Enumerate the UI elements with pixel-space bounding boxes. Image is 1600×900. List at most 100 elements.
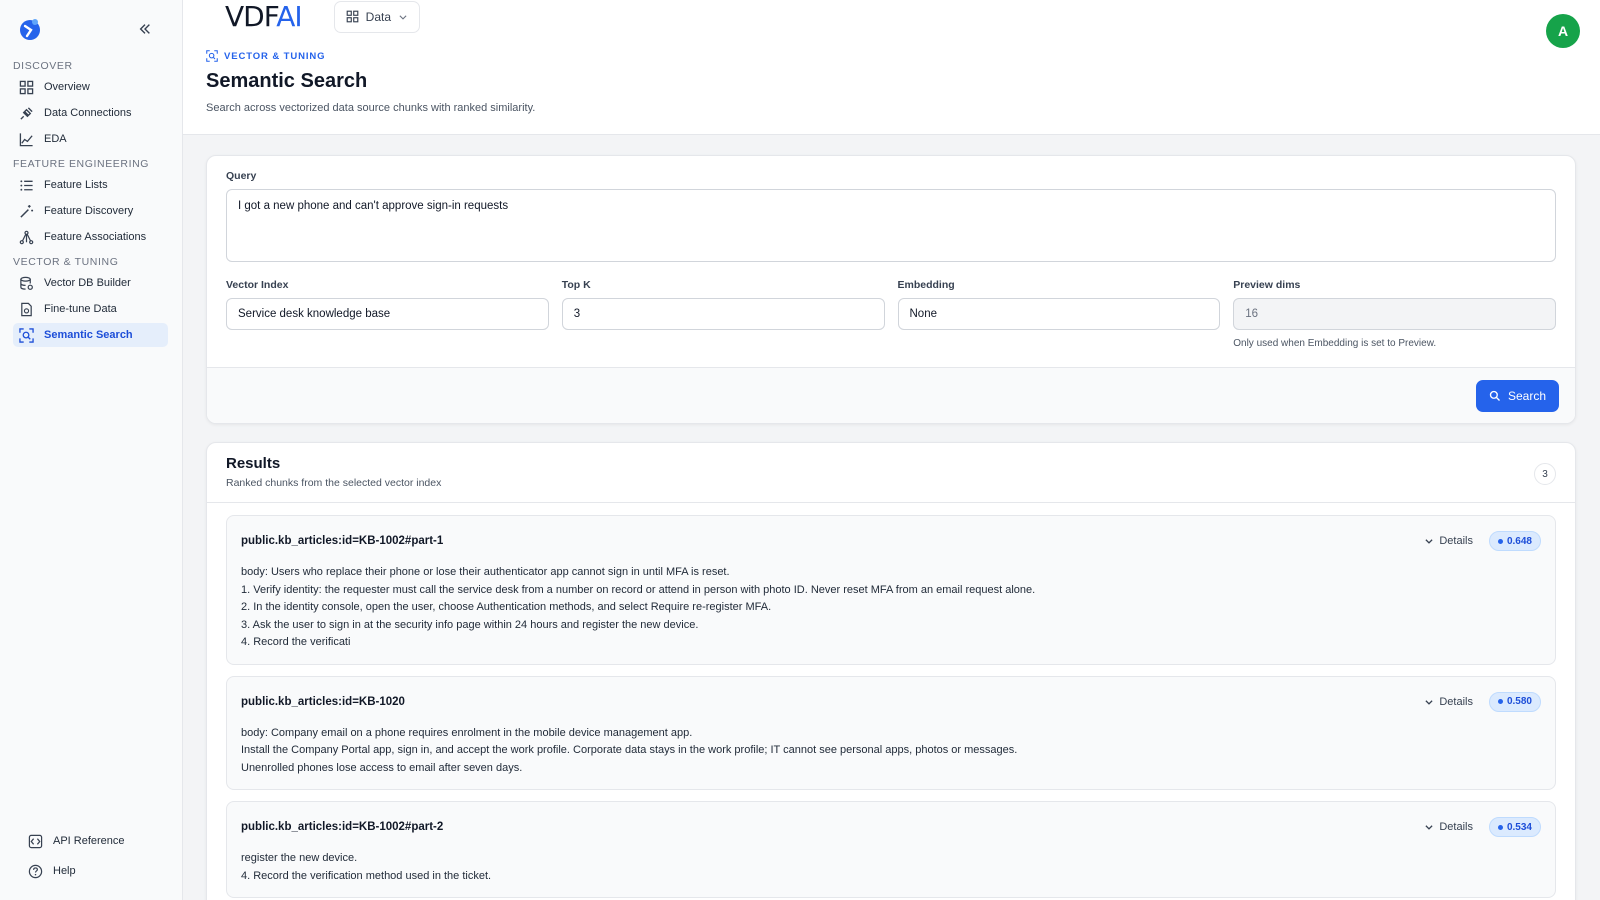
- page-title: Semantic Search: [206, 70, 368, 92]
- sidebar-item-label: Fine-tune Data: [44, 303, 117, 315]
- avatar[interactable]: A: [1546, 14, 1580, 48]
- search-button[interactable]: Search: [1475, 379, 1559, 412]
- result-line: 4. Record the verification method used i…: [241, 869, 492, 882]
- sidebar-item-label: Data Connections: [44, 107, 132, 119]
- sidebar-item-help[interactable]: Help: [22, 858, 168, 884]
- results-title: Results: [226, 455, 281, 472]
- sidebar-item-label: Overview: [44, 81, 90, 93]
- sidebar-item-label: Feature Lists: [44, 179, 108, 191]
- field-preview-dims: Preview dims Only used when Embedding is …: [1233, 279, 1556, 349]
- help-icon: [28, 864, 43, 878]
- sidebar-section-vector-tuning: VECTOR & TUNING: [13, 256, 119, 268]
- list-icon: [20, 179, 33, 191]
- search-icon: [1489, 390, 1500, 401]
- result-line: Unenrolled phones lose access to email a…: [241, 761, 523, 774]
- sidebar-item-api-reference[interactable]: API Reference: [22, 828, 168, 854]
- result-item: public.kb_articles:id=KB-1020 Details 0.58…: [226, 675, 1556, 790]
- plug-icon: [20, 106, 33, 120]
- logo-icon[interactable]: [18, 17, 42, 41]
- result-text: body: Users who replace their phone or l…: [241, 564, 1541, 652]
- similarity-score-badge: 0.534: [1488, 817, 1541, 837]
- results-card: Results Ranked chunks from the selected …: [206, 442, 1576, 900]
- query-label: Query: [226, 170, 257, 182]
- result-line: 3. Ask the user to sign in at the securi…: [241, 618, 699, 631]
- result-line: body: Users who replace their phone or l…: [241, 566, 730, 578]
- sidebar-item-label: Semantic Search: [44, 329, 133, 341]
- result-line: 2. In the identity console, open the use…: [241, 601, 772, 613]
- sidebar-item-feature-discovery[interactable]: Feature Discovery: [13, 199, 168, 223]
- result-line: 4. Record the verificati: [241, 636, 351, 648]
- result-line: 1. Verify identity: the requester must c…: [241, 583, 1036, 596]
- chevron-down-icon: [1425, 825, 1433, 830]
- sidebar-item-data-connections[interactable]: Data Connections: [13, 101, 168, 125]
- result-text: body: Company email on a phone requires …: [241, 725, 1541, 778]
- page-subtitle: Search across vectorized data source chu…: [206, 102, 536, 114]
- database-icon: [20, 276, 33, 290]
- grid-icon: [346, 10, 359, 23]
- chevron-down-icon: [399, 14, 407, 20]
- result-item: public.kb_articles:id=KB-1002#part-1 Deta…: [226, 515, 1556, 665]
- result-id: public.kb_articles:id=KB-1002#part-2: [241, 821, 444, 833]
- sidebar-item-label: Help: [53, 865, 76, 877]
- sidebar-item-label: EDA: [44, 133, 67, 145]
- sidebar-section-discover: DISCOVER: [13, 60, 73, 72]
- sidebar-item-feature-lists[interactable]: Feature Lists: [13, 173, 168, 197]
- field-embedding: Embedding: [897, 279, 1221, 349]
- score-dot: [1497, 538, 1503, 544]
- top-k-input[interactable]: [561, 298, 885, 330]
- field-help-text: Only used when Embedding is set to Previ…: [1233, 338, 1437, 349]
- page-header: VECTOR & TUNING Semantic Search Search a…: [183, 33, 1600, 135]
- vector-index-input[interactable]: [226, 298, 549, 330]
- wand-icon: [20, 204, 34, 218]
- sidebar-item-label: API Reference: [53, 835, 125, 847]
- file-icon: [21, 302, 32, 316]
- sidebar-item-eda[interactable]: EDA: [13, 127, 168, 151]
- field-label: Embedding: [897, 279, 955, 291]
- code-icon: [28, 834, 43, 848]
- similarity-score-badge: 0.580: [1488, 691, 1541, 712]
- search-scan-icon: [206, 50, 218, 62]
- chevron-down-icon: [1425, 539, 1433, 544]
- data-dropdown-label: Data: [365, 9, 392, 24]
- details-toggle[interactable]: Details: [1424, 696, 1473, 708]
- sidebar-item-feature-associations[interactable]: Feature Associations: [13, 225, 168, 249]
- result-id: public.kb_articles:id=KB-1002#part-1: [241, 535, 444, 547]
- sidebar-item-label: Vector DB Builder: [44, 277, 131, 289]
- sidebar-item-fine-tune-data[interactable]: Fine-tune Data: [13, 297, 168, 321]
- result-line: Install the Company Portal app, sign in,…: [241, 744, 1018, 756]
- field-vector-index: Vector Index: [226, 279, 549, 349]
- details-toggle[interactable]: Details: [1424, 535, 1473, 547]
- result-line: register the new device.: [241, 852, 358, 864]
- collapse-sidebar-icon[interactable]: [136, 20, 154, 38]
- sidebar-item-semantic-search[interactable]: Semantic Search: [13, 323, 168, 347]
- embedding-input[interactable]: [897, 298, 1221, 330]
- brand-logo[interactable]: VDFAI: [225, 0, 303, 33]
- result-text: register the new device. 4. Record the ve…: [241, 850, 1541, 885]
- details-toggle[interactable]: Details: [1424, 821, 1473, 833]
- grid-icon: [19, 80, 34, 94]
- query-textarea[interactable]: [226, 189, 1556, 262]
- chart-icon: [19, 132, 33, 146]
- field-label: Top K: [561, 279, 591, 291]
- results-count-badge: 3: [1534, 463, 1556, 485]
- result-line: body: Company email on a phone requires …: [241, 726, 693, 739]
- preview-dims-input[interactable]: [1233, 298, 1556, 330]
- sidebar-item-label: Feature Associations: [44, 231, 147, 243]
- chevron-down-icon: [1425, 699, 1433, 705]
- result-id: public.kb_articles:id=KB-1020: [241, 695, 405, 708]
- sidebar-item-label: Feature Discovery: [44, 205, 134, 217]
- score-dot: [1497, 824, 1503, 830]
- sidebar-item-overview[interactable]: Overview: [13, 75, 168, 99]
- query-card: Query Vector Index Top K Embedding Preview …: [206, 155, 1576, 424]
- sidebar-section-feature-engineering: FEATURE ENGINEERING: [13, 158, 150, 170]
- data-dropdown[interactable]: Data: [333, 0, 421, 33]
- field-label: Vector Index: [226, 279, 289, 291]
- sidebar: DISCOVER Overview Data Connections EDA FEATU…: [0, 0, 183, 900]
- sidebar-item-vector-db-builder[interactable]: Vector DB Builder: [13, 271, 168, 295]
- field-label: Preview dims: [1233, 279, 1301, 291]
- result-item: public.kb_articles:id=KB-1002#part-2 Deta…: [226, 801, 1556, 898]
- results-subtitle: Ranked chunks from the selected vector i…: [226, 477, 442, 489]
- similarity-score-badge: 0.648: [1488, 531, 1541, 551]
- topbar: VDFAI Data A: [183, 0, 1600, 48]
- score-dot: [1497, 699, 1503, 704]
